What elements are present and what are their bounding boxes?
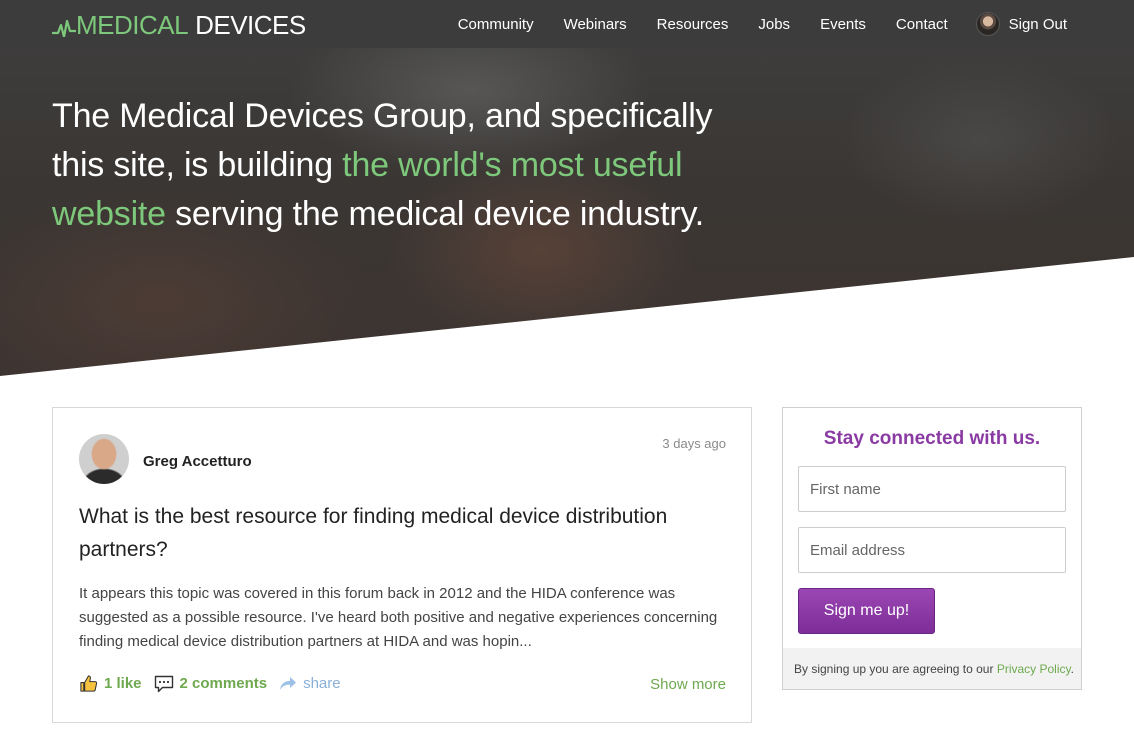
top-navbar: MEDICAL DEVICES Community Webinars Resou…: [0, 0, 1134, 48]
signup-notice-text: By signing up you are agreeing to our: [794, 662, 997, 676]
signup-title: Stay connected with us.: [823, 428, 1041, 449]
comment-bubble-icon: [154, 675, 173, 692]
like-button[interactable]: 1 like: [79, 674, 142, 693]
author-name[interactable]: Greg Accetturo: [143, 453, 252, 470]
site-logo[interactable]: MEDICAL DEVICES: [52, 8, 306, 42]
hero-headline: The Medical Devices Group, and specifica…: [52, 92, 772, 239]
share-arrow-icon: [280, 676, 297, 690]
nav-community[interactable]: Community: [458, 16, 534, 33]
nav-events[interactable]: Events: [820, 16, 866, 33]
author-avatar[interactable]: [79, 434, 129, 484]
nav-contact[interactable]: Contact: [896, 16, 948, 33]
logo-devices-text: DEVICES: [195, 10, 306, 40]
main-nav: Community Webinars Resources Jobs Events…: [458, 0, 1067, 48]
nav-webinars[interactable]: Webinars: [564, 16, 627, 33]
thumbs-up-icon: [80, 675, 98, 692]
post-excerpt: It appears this topic was covered in thi…: [79, 585, 718, 650]
nav-resources[interactable]: Resources: [657, 16, 729, 33]
comments-count: 2 comments: [179, 675, 268, 692]
logo-medical-text: MEDICAL: [76, 10, 189, 40]
newsletter-signup-card: Stay connected with us. Sign me up! By s…: [782, 407, 1082, 690]
post-timestamp: 3 days ago: [662, 436, 726, 451]
comments-button[interactable]: 2 comments: [154, 675, 268, 693]
signout-link[interactable]: Sign Out: [975, 12, 1067, 36]
show-more-link[interactable]: Show more: [650, 676, 726, 693]
post-title[interactable]: What is the best resource for finding me…: [79, 500, 739, 566]
first-name-field[interactable]: [798, 466, 1066, 512]
share-button[interactable]: share: [279, 675, 341, 692]
hero-text-post: serving the medical device industry.: [165, 195, 705, 233]
sign-up-button[interactable]: Sign me up!: [798, 588, 935, 634]
user-avatar: [975, 12, 1000, 36]
nav-jobs[interactable]: Jobs: [758, 16, 790, 33]
privacy-policy-link[interactable]: Privacy Policy: [997, 662, 1071, 676]
forum-post-card: Greg Accetturo 3 days ago What is the be…: [52, 407, 752, 723]
like-count: 1 like: [104, 675, 142, 692]
email-field[interactable]: [798, 527, 1066, 573]
signup-notice-period: .: [1070, 662, 1074, 676]
share-label: share: [303, 675, 341, 692]
signout-label: Sign Out: [1008, 15, 1067, 33]
signup-notice: By signing up you are agreeing to our Pr…: [783, 648, 1081, 689]
heartbeat-line-icon: [52, 19, 76, 37]
post-actions: 1 like 2 comments share: [79, 674, 353, 693]
